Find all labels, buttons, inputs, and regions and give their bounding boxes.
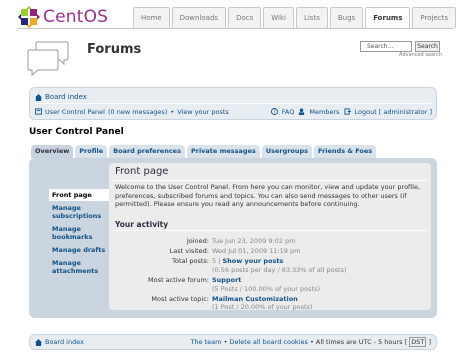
ucp-panel: Front page Manage subscriptions Manage b… [29,158,437,318]
most-active-topic-link[interactable]: Mailman Customization [212,295,298,303]
site-header: CentOS Home Downloads Docs Wiki Lists Bu… [0,0,474,30]
tab-overview[interactable]: Overview [31,145,74,158]
last-visited-label: Last visited: [169,247,209,255]
top-navigation: Home Downloads Docs Wiki Lists Bugs Foru… [132,7,456,28]
delete-cookies-link[interactable]: Delete all board cookies [229,338,307,346]
view-posts-link[interactable]: View your posts [177,108,229,116]
nav-tab-docs[interactable]: Docs [228,7,262,28]
content-divider [113,180,427,181]
most-active-forum-label: Most active forum: [148,276,209,284]
footer-links: The team • Delete all board cookies • Al… [190,337,431,347]
joined-label: Joined: [186,237,209,245]
side-item-manage-drafts[interactable]: Manage drafts [49,244,111,256]
tab-usergroups[interactable]: Usergroups [261,145,313,158]
forums-chat-icon [26,40,70,78]
most-active-forum-link[interactable]: Support [212,276,241,284]
logo-text: CentOS [43,7,109,27]
members-icon [299,108,305,115]
board-index-link[interactable]: Board index [45,93,87,101]
the-team-link[interactable]: The team [190,338,221,346]
forum-navbar: Board index User Control Panel (0 new me… [29,87,437,120]
total-posts-label: Total posts: [172,257,209,265]
tab-private-messages[interactable]: Private messages [186,145,260,158]
nav-tab-home[interactable]: Home [132,7,170,28]
side-item-front-page[interactable]: Front page [49,189,111,201]
svg-text:?: ? [273,110,276,115]
nav-tab-forums[interactable]: Forums [365,7,411,28]
ucp-icon [35,108,42,115]
new-messages-link[interactable]: (0 new messages) [108,108,167,116]
content-title: Front page [115,166,169,177]
footer-separator-2: • [309,338,314,346]
ucp-link[interactable]: User Control Panel [45,108,105,116]
joined-value: Tue Jun 23, 2009 9:02 pm [212,237,296,245]
ucp-tabs: Overview Profile Board preferences Priva… [31,145,377,158]
tab-profile[interactable]: Profile [75,145,108,158]
logout-link[interactable]: Logout [ administrator ] [355,108,433,116]
search-input[interactable]: Search... [360,41,412,52]
total-posts-value: 5 | Show your posts [212,257,283,265]
nav-tab-wiki[interactable]: Wiki [263,7,294,28]
dst-badge: DST [409,337,427,347]
members-link[interactable]: Members [309,108,339,116]
faq-link[interactable]: FAQ [282,108,295,116]
side-item-manage-bookmarks[interactable]: Manage bookmarks [49,223,111,243]
ucp-side-menu: Front page Manage subscriptions Manage b… [49,189,111,278]
last-visited-value: Wed Jul 01, 2009 11:19 pm [212,247,301,255]
tab-board-preferences[interactable]: Board preferences [109,145,185,158]
logout-icon [343,108,351,115]
activity-heading: Your activity [115,220,169,229]
page-title: User Control Panel [29,127,124,137]
search-button[interactable]: Search [415,41,440,52]
welcome-text: Welcome to the User Control Panel. From … [115,183,421,208]
most-active-topic-value: Mailman Customization [212,295,298,303]
advanced-search-link[interactable]: Advanced search [399,52,442,58]
timezone-suffix: ] [428,338,431,346]
header-divider [18,28,454,29]
show-posts-link[interactable]: Show your posts [222,257,283,265]
footer-board-index-link[interactable]: Board index [45,338,84,346]
nav-tab-lists[interactable]: Lists [295,7,328,28]
forum-detail: (5 Posts / 100.00% of your posts) [212,285,321,293]
side-item-manage-attachments[interactable]: Manage attachments [49,257,111,277]
faq-icon: ? [270,108,278,115]
separator: • [170,108,175,116]
nav-tab-bugs[interactable]: Bugs [329,7,364,28]
most-active-topic-label: Most active topic: [151,295,209,303]
activity-divider [113,230,427,231]
footer-separator-1: • [223,338,228,346]
timezone-prefix: All times are UTC - 5 hours [ [315,338,408,346]
total-posts-count: 5 | [212,257,221,265]
home-icon [35,93,42,101]
centos-logo[interactable]: CentOS [18,6,108,28]
posts-detail: (0.56 posts per day / 83.33% of all post… [212,266,347,274]
side-item-manage-subscriptions[interactable]: Manage subscriptions [49,202,111,222]
forum-footer: Board index The team • Delete all board … [29,334,437,350]
ucp-main-content: Front page Welcome to the User Control P… [109,163,431,311]
navbar-divider [35,103,431,104]
nav-tab-downloads[interactable]: Downloads [171,7,227,28]
tab-friends-foes[interactable]: Friends & Foes [314,145,377,158]
centos-logo-icon [18,6,40,28]
most-active-forum-value: Support [212,276,241,284]
section-title: Forums [87,42,142,57]
topic-detail: (1 Post / 20.00% of your posts) [212,303,313,311]
nav-tab-projects[interactable]: Projects [412,7,456,28]
home-icon [35,338,42,346]
